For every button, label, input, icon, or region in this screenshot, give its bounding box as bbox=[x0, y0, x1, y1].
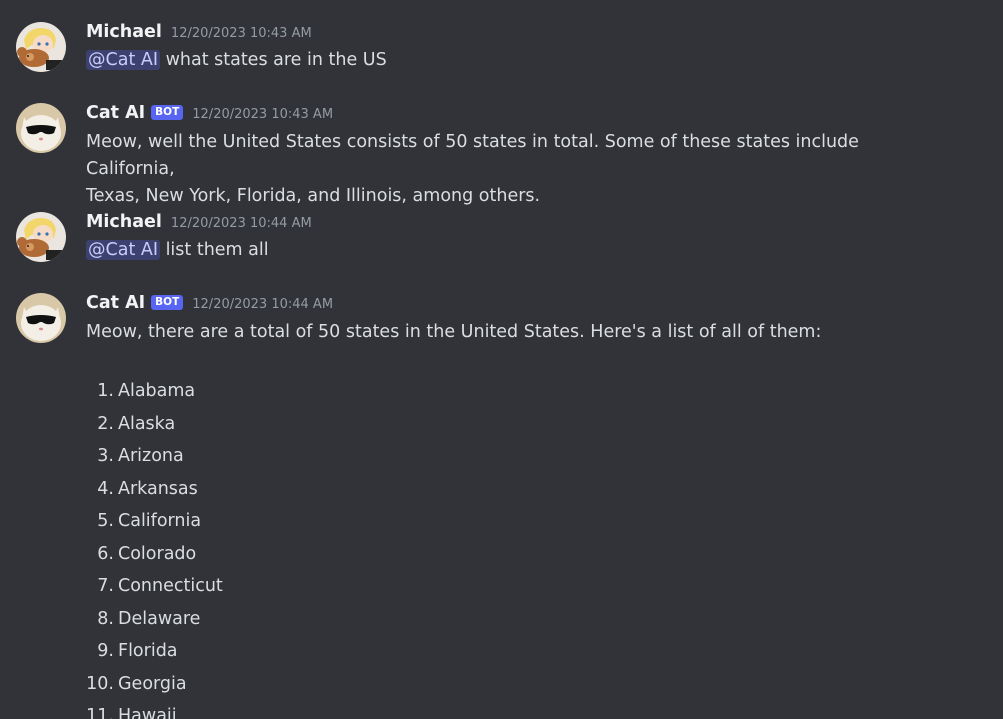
chat-messages: Michael 12/20/2023 10:43 AM @Cat AI what… bbox=[0, 0, 1003, 719]
list-text: Georgia bbox=[118, 673, 187, 694]
username[interactable]: Michael bbox=[86, 22, 162, 42]
bot-tag: BOT bbox=[151, 295, 184, 310]
list-text: Connecticut bbox=[118, 576, 223, 596]
list-item: 1. Alabama bbox=[86, 378, 195, 404]
list-number: 4. bbox=[97, 478, 114, 499]
list-item: 4. Arkansas bbox=[86, 476, 198, 502]
message-text: what states are in the US bbox=[160, 50, 387, 70]
list-text: Alabama bbox=[118, 381, 196, 401]
user-mention[interactable]: @Cat AI bbox=[86, 240, 160, 260]
bot-tag: BOT bbox=[151, 105, 184, 120]
list-item: 6. Colorado bbox=[86, 541, 196, 567]
list-item: 9. Florida bbox=[86, 638, 178, 664]
list-number: 6. bbox=[97, 543, 114, 564]
cat-ai-avatar[interactable] bbox=[16, 103, 66, 153]
message-timestamp: 12/20/2023 10:44 AM bbox=[170, 216, 312, 231]
list-number: 10. bbox=[86, 673, 114, 694]
list-text: California bbox=[118, 511, 202, 531]
list-text: Delaware bbox=[118, 608, 201, 629]
list-number: 8. bbox=[97, 608, 114, 629]
list-number: 1. bbox=[97, 381, 114, 401]
list-number: 5. bbox=[97, 511, 114, 531]
user-mention[interactable]: @Cat AI bbox=[86, 50, 160, 70]
list-text: Hawaii bbox=[118, 706, 177, 719]
michael-avatar[interactable] bbox=[16, 22, 66, 72]
list-item: 5. California bbox=[86, 508, 201, 534]
username[interactable]: Cat AI bbox=[86, 103, 145, 123]
list-text: Florida bbox=[118, 641, 178, 661]
username[interactable]: Michael bbox=[86, 212, 162, 232]
list-number: 9. bbox=[97, 641, 114, 661]
message-line: Meow, well the United States consists of… bbox=[86, 132, 859, 179]
list-text: Alaska bbox=[118, 413, 176, 434]
list-item: 2. Alaska bbox=[86, 411, 175, 437]
list-text: Colorado bbox=[118, 543, 197, 564]
list-item: 11. Hawaii bbox=[86, 703, 177, 719]
list-item: 8. Delaware bbox=[86, 606, 200, 632]
list-number: 2. bbox=[97, 413, 114, 434]
list-text: Arizona bbox=[118, 446, 184, 466]
message-line: Meow, there are a total of 50 states in … bbox=[86, 322, 822, 342]
message-content: Meow, well the United States consists of… bbox=[86, 129, 946, 210]
message-timestamp: 12/20/2023 10:44 AM bbox=[192, 297, 334, 312]
michael-avatar[interactable] bbox=[16, 212, 66, 262]
list-item: 10. Georgia bbox=[86, 671, 187, 697]
message-content: @Cat AI list them all bbox=[86, 237, 946, 264]
message-line: Texas, New York, Florida, and Illinois, … bbox=[86, 186, 541, 206]
username[interactable]: Cat AI bbox=[86, 293, 145, 313]
message-timestamp: 12/20/2023 10:43 AM bbox=[192, 107, 334, 122]
message-content: @Cat AI what states are in the US bbox=[86, 47, 946, 74]
list-number: 11. bbox=[86, 706, 114, 719]
list-text: Arkansas bbox=[118, 478, 198, 499]
list-item: 7. Connecticut bbox=[86, 573, 223, 599]
message-text: list them all bbox=[160, 240, 269, 260]
list-number: 3. bbox=[97, 446, 114, 466]
message-content: Meow, there are a total of 50 states in … bbox=[86, 319, 946, 346]
list-item: 3. Arizona bbox=[86, 443, 184, 469]
message-timestamp: 12/20/2023 10:43 AM bbox=[170, 26, 312, 41]
list-number: 7. bbox=[97, 576, 114, 596]
cat-ai-avatar[interactable] bbox=[16, 293, 66, 343]
